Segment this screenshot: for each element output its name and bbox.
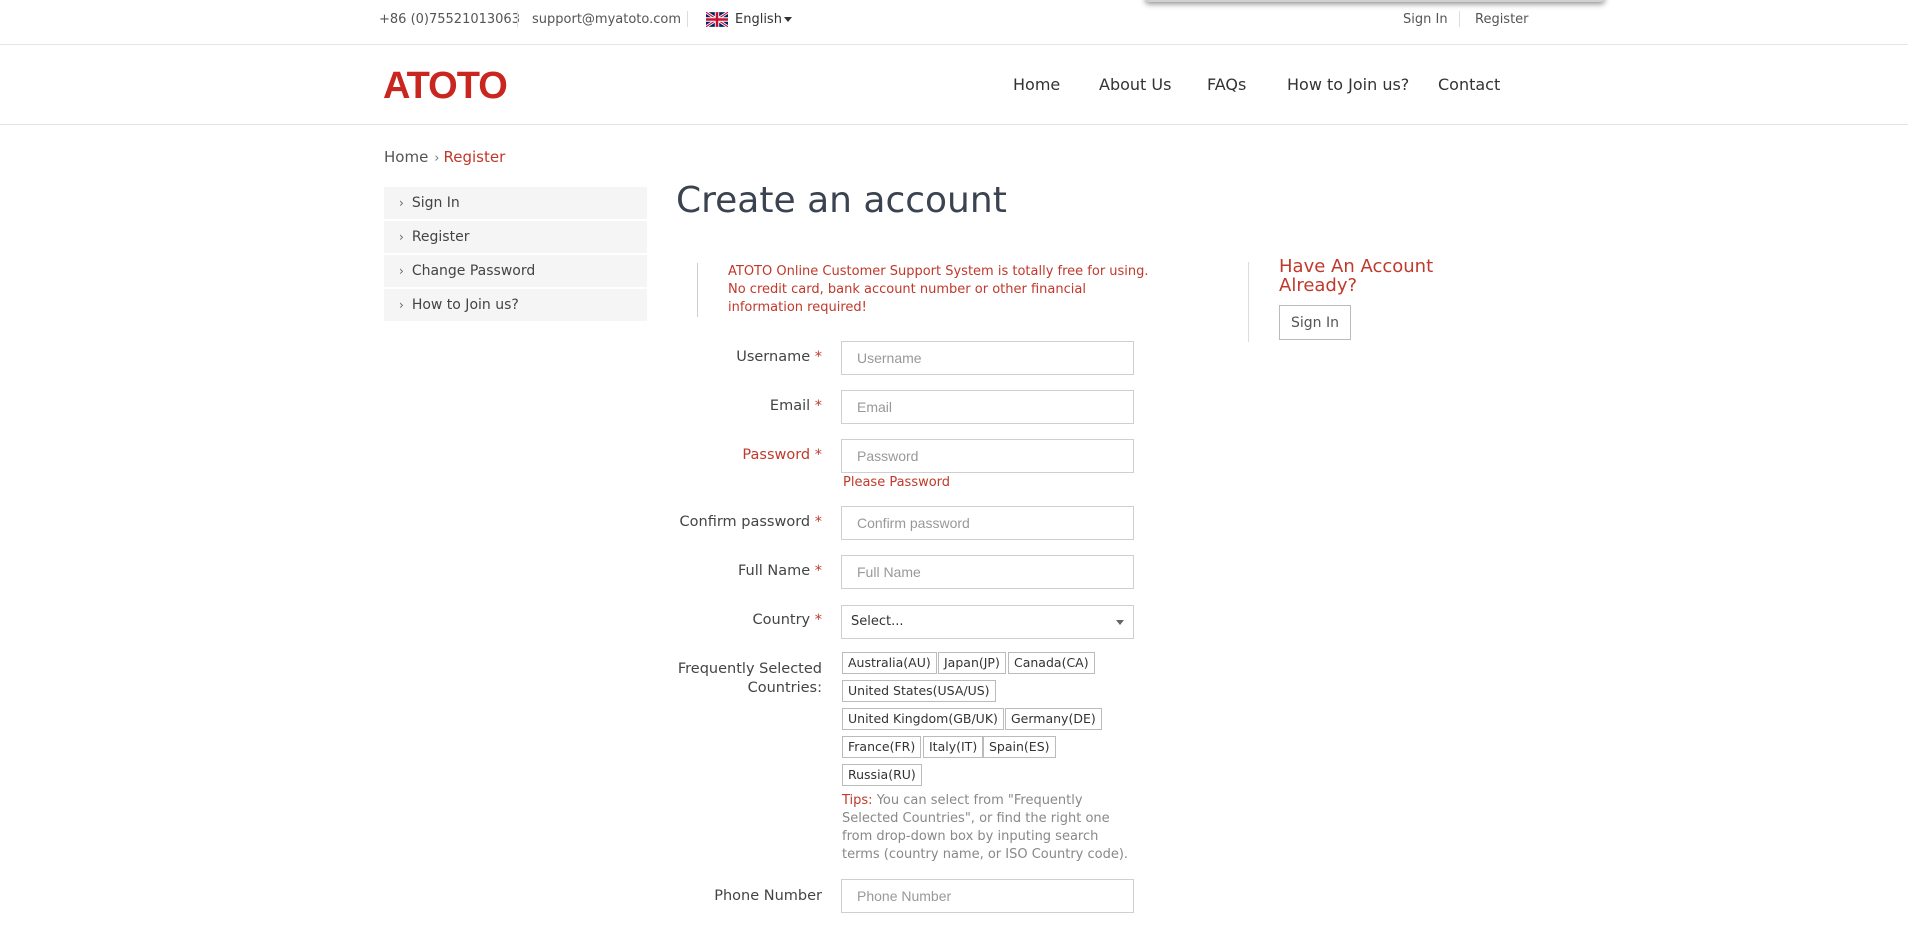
divider [687,11,688,27]
nav-home[interactable]: Home [1013,75,1060,94]
country-chip-ca[interactable]: Canada(CA) [1008,652,1095,674]
chevron-right-icon: › [399,230,404,244]
sidebar-item-register[interactable]: › Register [384,221,647,253]
frequent-label-line2: Countries: [747,680,822,696]
country-chip-de[interactable]: Germany(DE) [1005,708,1102,730]
breadcrumb-home[interactable]: Home [384,148,428,166]
uk-flag-icon [706,12,728,27]
country-chip-es[interactable]: Spain(ES) [983,736,1056,758]
email-label-text: Email [769,398,811,414]
nav-about-us[interactable]: About Us [1099,75,1171,94]
required-mark: * [814,447,822,463]
password-label: Password * [742,447,822,463]
sidebar-item-how-to-join[interactable]: › How to Join us? [384,289,647,321]
country-tips: Tips: You can select from "Frequently Se… [842,792,1132,864]
atoto-logo[interactable]: ATOTO [383,65,508,108]
sidebar: › Sign In › Register › Change Password › How… [384,187,647,323]
have-account-title: Have An Account Already? [1279,256,1434,296]
top-utility-bar: +86 (0)75521013063 support@myatoto.com E… [0,0,1908,45]
language-label: English [735,12,782,27]
caret-down-icon [783,17,792,22]
nav-contact[interactable]: Contact [1438,75,1500,94]
chevron-right-icon: › [434,151,440,166]
email-input[interactable] [841,390,1134,424]
sidebar-item-sign-in[interactable]: › Sign In [384,187,647,219]
page-title: Create an account [676,180,1007,221]
country-chip-gb[interactable]: United Kingdom(GB/UK) [842,708,1004,730]
country-chip-fr[interactable]: France(FR) [842,736,922,758]
country-select-value: Select... [851,614,904,629]
language-selector[interactable]: English [735,12,792,27]
password-label-text: Password [742,447,811,463]
full-name-label-text: Full Name [737,563,811,579]
sidebar-item-label: Change Password [411,263,536,279]
required-mark: * [814,349,822,365]
country-label-text: Country [752,612,811,628]
sidebar-item-label: Register [411,229,470,245]
confirm-password-input[interactable] [841,506,1134,540]
username-label: Username * [736,349,822,365]
country-chip-jp[interactable]: Japan(JP) [938,652,1006,674]
phone-label: Phone Number [714,888,822,904]
free-notice: ATOTO Online Customer Support System is … [697,263,1157,317]
required-mark: * [814,612,822,628]
frequent-countries-label: Frequently Selected Countries: [678,660,822,698]
full-name-input[interactable] [841,555,1134,589]
tips-text: You can select from "Frequently Selected… [842,793,1129,862]
top-signin-link[interactable]: Sign In [1403,12,1448,27]
phone-number: +86 (0)75521013063 [379,12,520,27]
full-name-label: Full Name * [738,563,822,579]
password-error: Please Password [843,475,951,490]
sidebar-item-label: How to Join us? [411,297,519,313]
support-email-link[interactable]: support@myatoto.com [532,12,681,27]
dropdown-shadow [1145,0,1605,2]
dropdown-arrow-icon [1116,620,1124,625]
tips-label: Tips: [842,793,873,808]
confirm-password-label-text: Confirm password [679,514,811,530]
required-mark: * [814,514,822,530]
confirm-password-label: Confirm password * [680,514,822,530]
phone-input[interactable] [841,879,1134,913]
chevron-right-icon: › [399,298,404,312]
divider [1459,11,1460,27]
email-label: Email * [770,398,822,414]
country-chip-au[interactable]: Australia(AU) [842,652,937,674]
required-mark: * [814,398,822,414]
chevron-right-icon: › [399,264,404,278]
password-input[interactable] [841,439,1134,473]
frequent-label-line1: Frequently Selected [677,661,822,677]
breadcrumb: Home › Register [384,148,505,166]
aside-sign-in-button[interactable]: Sign In [1279,305,1351,340]
country-select[interactable]: Select... [841,605,1134,639]
required-mark: * [814,563,822,579]
nav-faqs[interactable]: FAQs [1207,75,1246,94]
breadcrumb-current: Register [443,148,506,166]
divider [517,11,518,27]
country-label: Country * [753,612,822,628]
top-register-link[interactable]: Register [1475,12,1529,27]
country-chip-it[interactable]: Italy(IT) [923,736,984,758]
sidebar-item-label: Sign In [411,195,460,211]
nav-how-to-join[interactable]: How to Join us? [1287,75,1409,94]
username-label-text: Username [736,349,811,365]
country-chip-ru[interactable]: Russia(RU) [842,764,922,786]
country-chip-us[interactable]: United States(USA/US) [842,680,996,702]
aside-divider [1248,262,1249,342]
sidebar-item-change-password[interactable]: › Change Password [384,255,647,287]
site-header: ATOTO Home About Us FAQs How to Join us?… [0,45,1908,125]
username-input[interactable] [841,341,1134,375]
chevron-right-icon: › [399,196,404,210]
